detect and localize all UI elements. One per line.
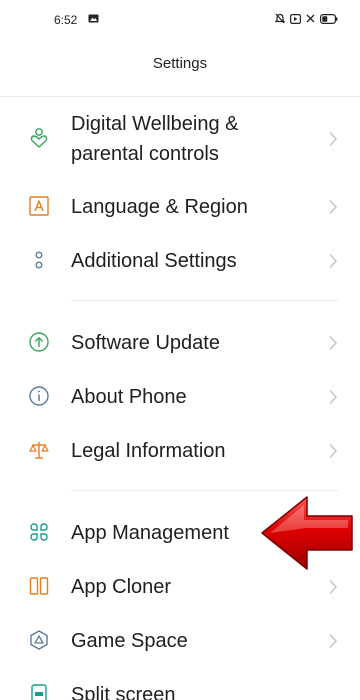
- language-icon: [29, 196, 49, 216]
- red-arrow-icon: [261, 496, 353, 570]
- software-update-icon: [29, 332, 49, 352]
- split-screen-icon: [31, 684, 47, 700]
- header-divider: [0, 96, 360, 97]
- settings-item-label: App Cloner: [71, 576, 172, 598]
- wellbeing-icon: [30, 128, 48, 148]
- game-space-icon: [30, 630, 48, 650]
- additional-settings-icon: [35, 251, 43, 269]
- chevron-right-icon: [329, 131, 338, 147]
- settings-item-digital-wellbeing[interactable]: Digital Wellbeing & parental controls: [0, 107, 360, 171]
- settings-item-label: Split screen: [71, 684, 176, 700]
- info-icon: [29, 386, 49, 406]
- settings-item-app-cloner[interactable]: App Cloner: [0, 570, 360, 604]
- chevron-right-icon: [329, 443, 338, 459]
- battery-icon: [320, 13, 338, 24]
- chevron-right-icon: [329, 579, 338, 595]
- settings-item-label: Legal Information: [71, 440, 226, 462]
- settings-item-language-region[interactable]: Language & Region: [0, 190, 360, 224]
- chevron-right-icon: [329, 335, 338, 351]
- settings-item-label: Software Update: [71, 332, 220, 354]
- settings-item-label: Additional Settings: [71, 250, 237, 272]
- settings-item-label: App Management: [71, 522, 229, 544]
- alarm-icon: [275, 13, 285, 24]
- settings-item-software-update[interactable]: Software Update: [0, 326, 360, 360]
- settings-item-split-screen[interactable]: Split screen: [0, 678, 360, 700]
- settings-item-legal-information[interactable]: Legal Information: [0, 434, 360, 468]
- settings-item-label: Digital Wellbeing &: [71, 113, 239, 135]
- page-title: Settings: [152, 55, 208, 72]
- chevron-right-icon: [329, 389, 338, 405]
- scales-icon: [29, 442, 49, 459]
- status-bar: 6:52: [0, 0, 360, 40]
- section-divider: [71, 300, 338, 301]
- media-icon: [290, 13, 301, 24]
- gallery-notification-icon: [88, 14, 99, 23]
- settings-item-label: About Phone: [71, 386, 187, 408]
- settings-item-label: Game Space: [71, 630, 188, 652]
- status-icons: [275, 13, 338, 24]
- close-icon: [306, 14, 315, 23]
- status-time: 6:52: [54, 13, 78, 27]
- settings-item-about-phone[interactable]: About Phone: [0, 380, 360, 414]
- settings-item-additional-settings[interactable]: Additional Settings: [0, 244, 360, 278]
- chevron-right-icon: [329, 633, 338, 649]
- chevron-right-icon: [329, 253, 338, 269]
- settings-item-label: Language & Region: [71, 196, 248, 218]
- section-divider: [71, 490, 338, 491]
- app-management-icon: [30, 523, 48, 541]
- settings-item-label-line2: parental controls: [71, 143, 219, 165]
- chevron-right-icon: [329, 199, 338, 215]
- app-cloner-icon: [29, 577, 49, 595]
- settings-item-game-space[interactable]: Game Space: [0, 624, 360, 658]
